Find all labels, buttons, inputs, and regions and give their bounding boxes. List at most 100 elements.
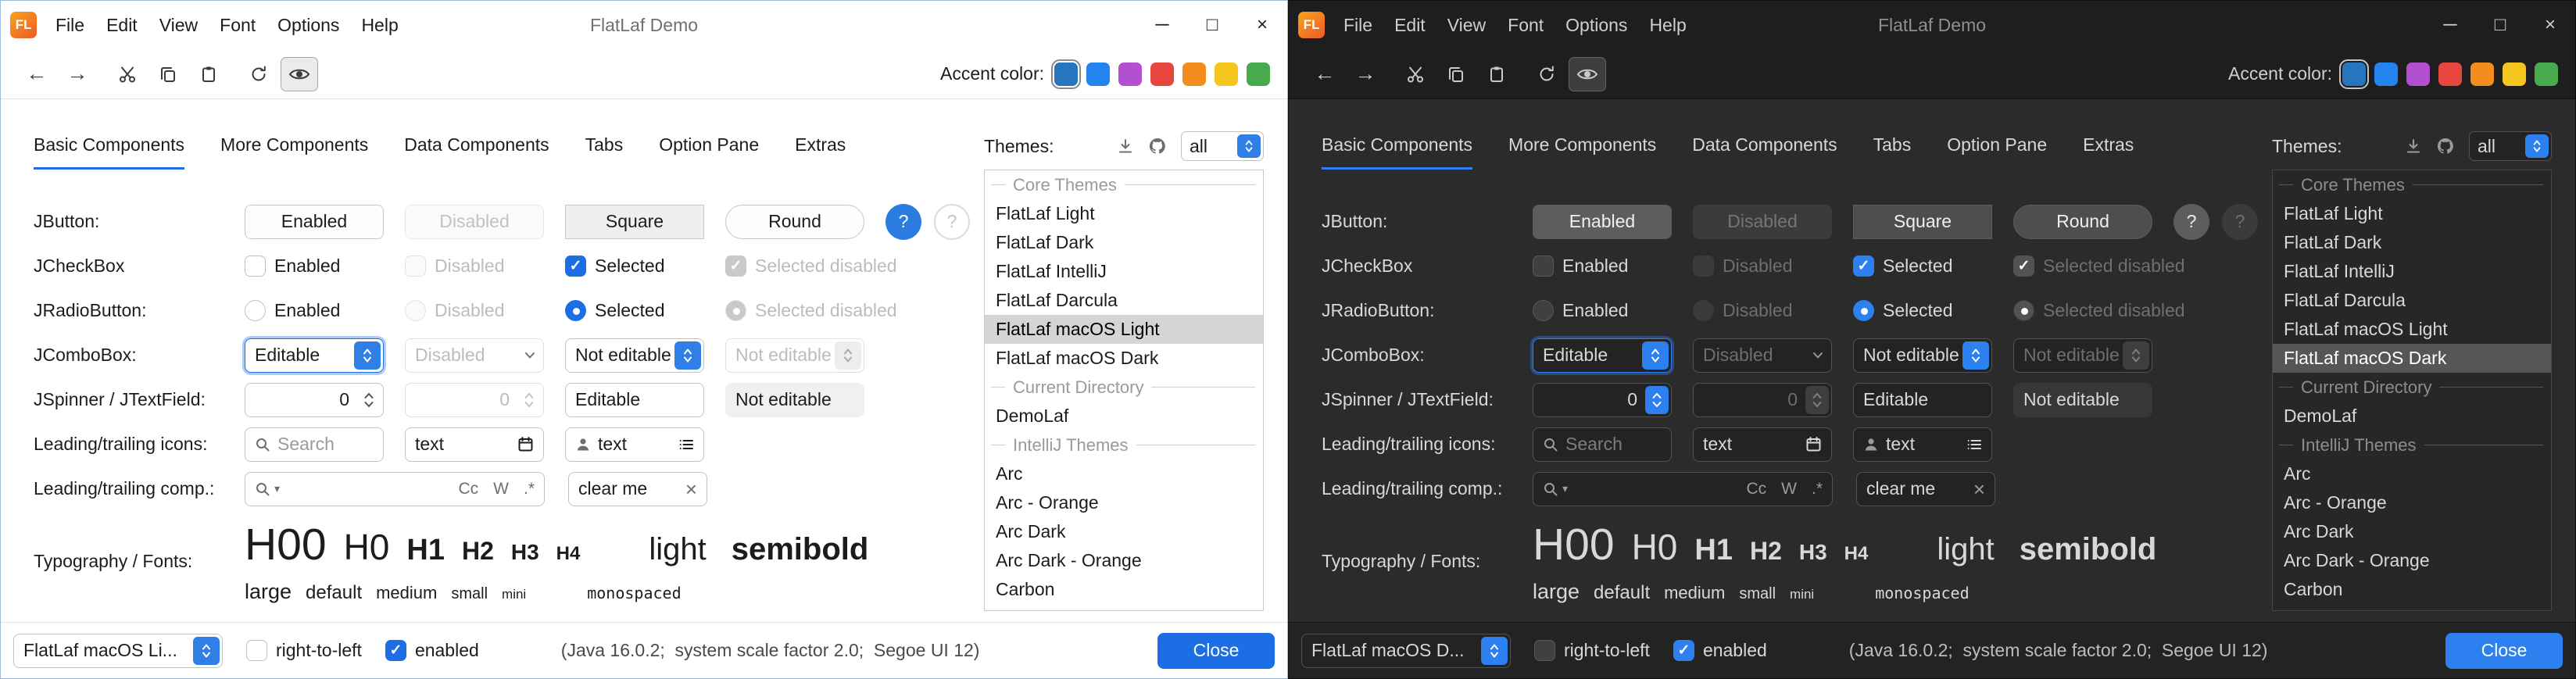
window-close-button[interactable]: × xyxy=(2525,1,2575,49)
maximize-button[interactable]: □ xyxy=(2475,1,2525,49)
round-button[interactable]: Round xyxy=(2013,205,2152,239)
theme-item-flatlaf-macos-dark[interactable]: FlatLaf macOS Dark xyxy=(985,344,1263,373)
menu-font[interactable]: Font xyxy=(1497,1,1555,49)
tab-data-components[interactable]: Data Components xyxy=(1692,123,1837,170)
regex-toggle[interactable]: .* xyxy=(1812,480,1823,499)
search-icon[interactable] xyxy=(255,481,270,497)
theme-item-carbon[interactable]: Carbon xyxy=(2273,575,2551,604)
minimize-button[interactable]: ─ xyxy=(1137,1,1187,49)
themes-filter-combobox[interactable]: all xyxy=(2469,131,2552,161)
menu-file[interactable]: File xyxy=(1333,1,1383,49)
menu-options[interactable]: Options xyxy=(267,1,350,49)
refresh-button[interactable] xyxy=(1528,57,1565,91)
theme-item-demolaf[interactable]: DemoLaf xyxy=(2273,402,2551,431)
theme-item-arc-dark[interactable]: Arc Dark xyxy=(2273,517,2551,546)
accent-swatch-green[interactable] xyxy=(2535,63,2558,86)
back-button[interactable]: ← xyxy=(1306,57,1343,91)
clearable-field[interactable]: clear me × xyxy=(568,472,707,506)
theme-item-arc[interactable]: Arc xyxy=(2273,459,2551,488)
accent-swatch-yellow[interactable] xyxy=(1215,63,1238,86)
maximize-button[interactable]: □ xyxy=(1187,1,1237,49)
editable-combobox[interactable]: Editable xyxy=(1533,338,1672,373)
match-case-toggle[interactable]: Cc xyxy=(1746,480,1766,499)
chevron-down-icon[interactable]: ▾ xyxy=(274,482,280,495)
close-button[interactable]: Close xyxy=(1157,633,1275,669)
user-field[interactable]: text xyxy=(565,427,704,462)
editable-combobox[interactable]: Editable xyxy=(245,338,384,373)
menu-options[interactable]: Options xyxy=(1555,1,1638,49)
radio-enabled[interactable]: Enabled xyxy=(245,300,340,321)
paste-button[interactable] xyxy=(190,57,227,91)
theme-item-carbon[interactable]: Carbon xyxy=(985,575,1263,604)
user-field[interactable]: text xyxy=(1853,427,1992,462)
spinner[interactable]: 0 xyxy=(1533,383,1672,417)
forward-button[interactable]: → xyxy=(59,57,96,91)
search-with-options-field[interactable]: ▾ Cc W .* xyxy=(1533,472,1833,506)
tab-more-components[interactable]: More Components xyxy=(220,123,368,170)
show-hidden-eye-toggle[interactable] xyxy=(281,57,318,91)
tab-extras[interactable]: Extras xyxy=(795,123,846,170)
theme-item-flatlaf-darcula[interactable]: FlatLaf Darcula xyxy=(985,286,1263,315)
calendar-icon[interactable] xyxy=(1805,436,1822,452)
menu-edit[interactable]: Edit xyxy=(1383,1,1436,49)
clearable-field[interactable]: clear me × xyxy=(1856,472,1995,506)
cut-button[interactable] xyxy=(1397,57,1434,91)
chevron-down-icon[interactable]: ▾ xyxy=(1562,482,1568,495)
menu-help[interactable]: Help xyxy=(350,1,409,49)
accent-swatch-red[interactable] xyxy=(2438,63,2462,86)
theme-item-flatlaf-light[interactable]: FlatLaf Light xyxy=(985,199,1263,228)
refresh-button[interactable] xyxy=(240,57,277,91)
clear-icon[interactable]: × xyxy=(685,479,697,499)
whole-word-toggle[interactable]: W xyxy=(1781,480,1797,499)
checkbox-selected[interactable]: Selected xyxy=(565,256,665,277)
forward-button[interactable]: → xyxy=(1347,57,1384,91)
download-themes-button[interactable] xyxy=(2405,138,2422,155)
round-button[interactable]: Round xyxy=(725,205,864,239)
copy-button[interactable] xyxy=(149,57,187,91)
accent-swatch-purple[interactable] xyxy=(2406,63,2430,86)
enabled-button[interactable]: Enabled xyxy=(1533,205,1672,239)
theme-item-flatlaf-light[interactable]: FlatLaf Light xyxy=(2273,199,2551,228)
theme-item-arc-dark-orange[interactable]: Arc Dark - Orange xyxy=(985,546,1263,575)
help-button[interactable]: ? xyxy=(886,204,921,240)
list-icon[interactable] xyxy=(678,437,694,452)
radio-enabled[interactable]: Enabled xyxy=(1533,300,1628,321)
menu-font[interactable]: Font xyxy=(209,1,267,49)
right-to-left-checkbox[interactable]: right-to-left xyxy=(246,640,362,661)
theme-item-flatlaf-darcula[interactable]: FlatLaf Darcula xyxy=(2273,286,2551,315)
tab-option-pane[interactable]: Option Pane xyxy=(1947,123,2047,170)
tab-basic-components[interactable]: Basic Components xyxy=(1322,123,1472,170)
square-button[interactable]: Square xyxy=(565,205,704,239)
search-field[interactable]: Search xyxy=(245,427,384,462)
accent-swatch-purple[interactable] xyxy=(1118,63,1142,86)
paste-button[interactable] xyxy=(1478,57,1515,91)
accent-swatch-yellow[interactable] xyxy=(2503,63,2526,86)
match-case-toggle[interactable]: Cc xyxy=(458,480,478,499)
spinner-arrows-icon[interactable] xyxy=(1645,386,1669,414)
enabled-checkbox[interactable]: enabled xyxy=(1673,640,1767,661)
checkbox-enabled[interactable]: Enabled xyxy=(1533,256,1628,277)
spinner[interactable]: 0 xyxy=(245,383,384,417)
back-button[interactable]: ← xyxy=(18,57,55,91)
regex-toggle[interactable]: .* xyxy=(524,480,535,499)
list-icon[interactable] xyxy=(1966,437,1982,452)
theme-item-arc-dark[interactable]: Arc Dark xyxy=(985,517,1263,546)
radio-selected[interactable]: Selected xyxy=(1853,300,1953,321)
theme-item-demolaf[interactable]: DemoLaf xyxy=(985,402,1263,431)
checkbox-enabled[interactable]: Enabled xyxy=(245,256,340,277)
not-editable-combobox[interactable]: Not editable xyxy=(1853,338,1992,373)
editable-textfield[interactable]: Editable xyxy=(1853,383,1992,417)
search-icon[interactable] xyxy=(1543,481,1558,497)
tab-data-components[interactable]: Data Components xyxy=(404,123,549,170)
accent-swatch-orange[interactable] xyxy=(1182,63,1206,86)
enabled-button[interactable]: Enabled xyxy=(245,205,384,239)
tab-basic-components[interactable]: Basic Components xyxy=(34,123,184,170)
date-field[interactable]: text xyxy=(1693,427,1832,462)
laf-combobox[interactable]: FlatLaf macOS D... xyxy=(1301,634,1511,668)
cut-button[interactable] xyxy=(109,57,146,91)
theme-item-arc-orange[interactable]: Arc - Orange xyxy=(985,488,1263,517)
show-hidden-eye-toggle[interactable] xyxy=(1569,57,1606,91)
theme-item-arc-dark-orange[interactable]: Arc Dark - Orange xyxy=(2273,546,2551,575)
checkbox-selected[interactable]: Selected xyxy=(1853,256,1953,277)
close-button[interactable]: Close xyxy=(2445,633,2563,669)
